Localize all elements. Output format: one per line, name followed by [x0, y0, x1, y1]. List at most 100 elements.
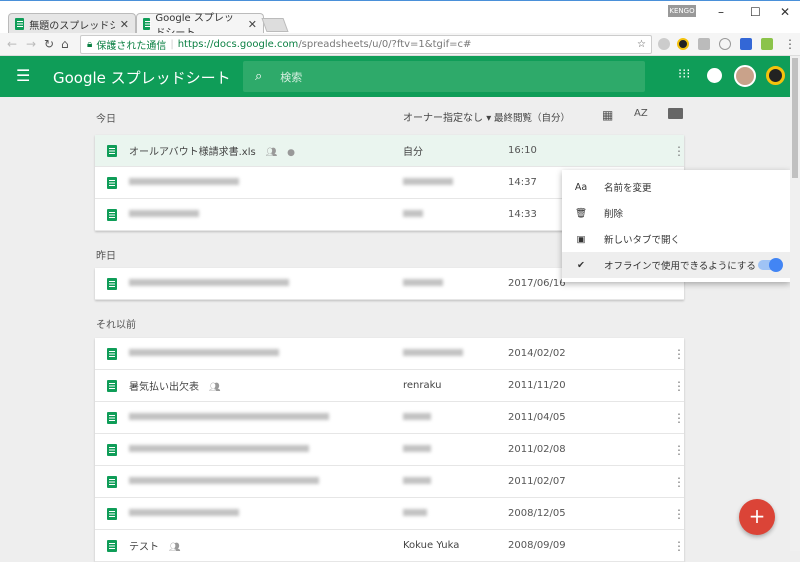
more-options-icon[interactable]: ⋮: [673, 144, 685, 158]
shared-icon: 👥︎: [265, 148, 278, 158]
more-options-icon[interactable]: ⋮: [673, 443, 685, 457]
url-input[interactable]: 🔒︎ 保護された通信 | https://docs.google.com/spr…: [80, 35, 652, 54]
sheets-icon: [107, 208, 117, 221]
more-options-icon[interactable]: ⋮: [673, 379, 685, 393]
tab-sheets-home[interactable]: Google スプレッドシート✕: [136, 13, 264, 39]
blurred-name: [129, 178, 239, 185]
home-icon[interactable]: ⌂: [61, 37, 69, 51]
blurred-owner: [403, 477, 431, 484]
chrome-menu-icon[interactable]: ⋮: [784, 37, 796, 51]
menu-item-offline[interactable]: ✔ オフラインで使用できるようにする: [562, 252, 790, 278]
scrollbar[interactable]: [790, 56, 800, 551]
reload-icon[interactable]: ↻: [44, 37, 54, 51]
sort-label[interactable]: 最終閲覧（自分）: [494, 110, 570, 124]
offline-toggle[interactable]: [758, 258, 783, 272]
open-in-new-icon: ▣: [576, 233, 586, 245]
sheets-icon: [107, 176, 117, 189]
create-new-button[interactable]: +: [739, 499, 775, 535]
sheets-icon: [143, 18, 152, 30]
lock-icon: 🔒︎: [87, 39, 93, 50]
extension-icon[interactable]: [677, 38, 689, 50]
grid-view-icon[interactable]: ▦: [602, 108, 613, 122]
shared-icon: 👥︎: [209, 383, 221, 393]
section-title: それ以前: [96, 320, 136, 331]
hamburger-menu-icon[interactable]: ☰: [16, 66, 30, 85]
blurred-name: [129, 413, 329, 420]
extension-icon[interactable]: [698, 38, 710, 50]
table-row[interactable]: テスト 👥︎ Kokue Yuka 2008/09/09 ⋮: [95, 530, 685, 562]
browser-titlebar: 無題のスプレッドシート - Go✕ Google スプレッドシート✕ KENGO…: [0, 0, 800, 39]
account-extension-icon[interactable]: [766, 66, 785, 85]
menu-item-open-new-tab[interactable]: ▣ 新しいタブで開く: [562, 226, 790, 252]
blurred-owner: [403, 445, 431, 452]
tab-untitled[interactable]: 無題のスプレッドシート - Go✕: [8, 13, 136, 34]
more-options-icon[interactable]: ⋮: [673, 347, 685, 361]
sheets-icon: [107, 347, 117, 360]
search-icon: ⌕: [255, 69, 263, 84]
folder-icon[interactable]: [668, 108, 683, 119]
blurred-owner: [403, 178, 453, 185]
search-input[interactable]: ⌕ 検索: [243, 61, 645, 92]
profile-badge[interactable]: KENGO: [668, 5, 696, 17]
close-tab-icon[interactable]: ✕: [120, 18, 129, 31]
more-options-icon[interactable]: ⋮: [673, 475, 685, 489]
blurred-name: [129, 477, 319, 484]
offline-check-icon: ●: [287, 148, 295, 158]
blurred-owner: [403, 413, 431, 420]
sheets-icon: [107, 379, 117, 392]
back-icon[interactable]: ←: [7, 37, 17, 51]
extension-icon[interactable]: [719, 38, 731, 50]
notifications-icon[interactable]: [707, 68, 722, 83]
sheets-icon: [15, 18, 25, 30]
sheets-icon: [107, 411, 117, 424]
table-row[interactable]: 2014/02/02 ⋮: [95, 338, 685, 370]
blurred-owner: [403, 210, 423, 217]
more-options-icon[interactable]: ⋮: [673, 411, 685, 425]
calendar-extension-icon[interactable]: [740, 38, 752, 50]
sheets-icon: [107, 475, 117, 488]
table-row[interactable]: オールアバウト様請求書.xls 👥︎ ● 自分 16:10 ⋮: [95, 135, 685, 167]
sheets-icon: [107, 144, 117, 157]
avatar[interactable]: [734, 65, 756, 87]
blurred-name: [129, 509, 239, 516]
owner-filter-dropdown[interactable]: オーナー指定なし ▾: [403, 109, 491, 124]
table-row[interactable]: 2011/02/08 ⋮: [95, 434, 685, 466]
blurred-name: [129, 349, 279, 356]
table-row[interactable]: 2011/04/05 ⋮: [95, 402, 685, 434]
apps-grid-icon[interactable]: ⁝⁝⁝: [678, 67, 690, 82]
file-list-earlier: 2014/02/02 ⋮ 暑気払い出欠表 👥︎ renraku 2011/11/20 ⋮ …: [95, 338, 685, 562]
table-row[interactable]: 暑気払い出欠表 👥︎ renraku 2011/11/20 ⋮: [95, 370, 685, 402]
sheets-icon: [107, 277, 117, 290]
more-options-icon[interactable]: ⋮: [673, 507, 685, 521]
scrollbar-thumb[interactable]: [792, 58, 798, 178]
blurred-name: [129, 445, 309, 452]
table-row[interactable]: 2008/12/05 ⋮: [95, 498, 685, 530]
rename-icon: Aa: [574, 181, 588, 193]
new-tab-button[interactable]: [261, 18, 289, 32]
menu-item-delete[interactable]: 🗑︎ 削除: [562, 200, 790, 226]
blurred-owner: [403, 349, 463, 356]
menu-item-rename[interactable]: Aa 名前を変更: [562, 174, 790, 200]
bookmark-star-icon[interactable]: ☆: [637, 39, 646, 50]
minimize-icon[interactable]: –: [718, 5, 724, 19]
close-tab-icon[interactable]: ✕: [248, 18, 257, 31]
extension-icon[interactable]: [761, 38, 773, 50]
sheets-icon: [107, 507, 117, 520]
address-bar-row: ← → ↻ ⌂ 🔒︎ 保護された通信 | https://docs.google…: [0, 33, 800, 56]
blurred-name: [129, 210, 199, 217]
maximize-icon[interactable]: ☐: [750, 5, 761, 19]
table-row[interactable]: 2011/02/07 ⋮: [95, 466, 685, 498]
blurred-name: [129, 279, 289, 286]
blurred-owner: [403, 509, 427, 516]
app-title: Google スプレッドシート: [53, 69, 231, 87]
forward-icon[interactable]: →: [26, 37, 36, 51]
sheets-icon: [107, 443, 117, 456]
close-window-icon[interactable]: ✕: [780, 5, 790, 19]
extension-icon[interactable]: [658, 38, 670, 50]
offline-icon: ✔: [577, 259, 585, 271]
sort-az-icon[interactable]: AZ: [634, 108, 648, 119]
more-options-icon[interactable]: ⋮: [673, 539, 685, 553]
context-menu: Aa 名前を変更 🗑︎ 削除 ▣ 新しいタブで開く ✔ オフラインで使用できるようにする: [562, 170, 790, 282]
sheets-icon: [107, 539, 117, 552]
shared-icon: 👥︎: [169, 543, 181, 553]
